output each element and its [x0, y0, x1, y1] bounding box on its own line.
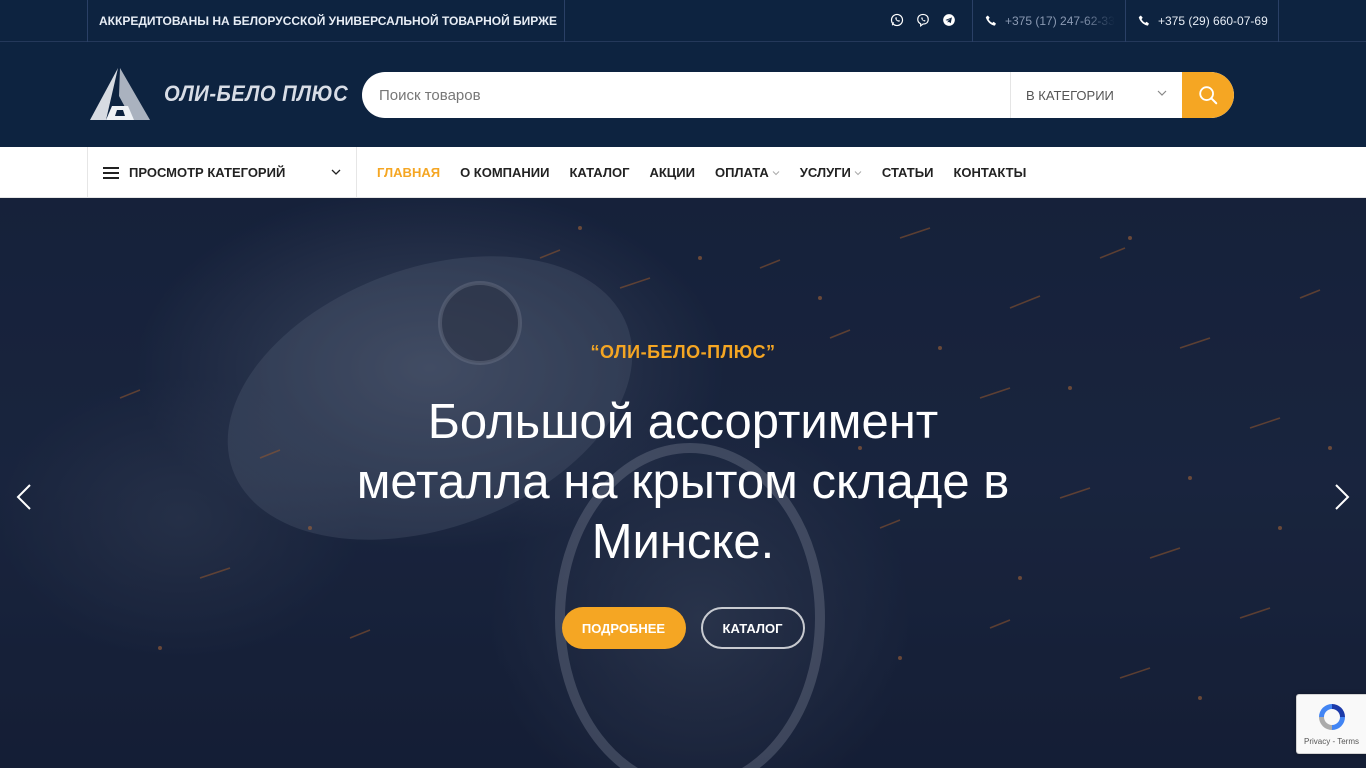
search-category-select[interactable]: В КАТЕГОРИИ [1010, 72, 1182, 118]
main-navigation: ПРОСМОТР КАТЕГОРИЙ ГЛАВНАЯ О КОМПАНИИ КА… [0, 147, 1366, 198]
phone-icon [985, 15, 996, 26]
recaptcha-links: Privacy - Terms [1304, 737, 1359, 746]
browse-categories-label: ПРОСМОТР КАТЕГОРИЙ [129, 165, 286, 180]
logo-mark-icon [90, 68, 150, 120]
whatsapp-icon[interactable] [888, 11, 906, 29]
nav-item-catalog[interactable]: КАТАЛОГ [570, 165, 630, 180]
nav-item-promotions[interactable]: АКЦИИ [649, 165, 695, 180]
top-bar: АККРЕДИТОВАНЫ НА БЕЛОРУССКОЙ УНИВЕРСАЛЬН… [0, 0, 1366, 42]
recaptcha-badge[interactable]: Privacy - Terms [1296, 694, 1366, 754]
catalog-button[interactable]: КАТАЛОГ [700, 607, 805, 649]
phone-link-1[interactable]: +375 (17) 247-62-33 [972, 0, 1126, 42]
chevron-right-icon[interactable] [1332, 482, 1352, 512]
nav-item-label: КОНТАКТЫ [953, 165, 1027, 180]
nav-item-contacts[interactable]: КОНТАКТЫ [953, 165, 1026, 180]
nav-menu: ГЛАВНАЯ О КОМПАНИИ КАТАЛОГ АКЦИИ ОПЛАТА … [377, 147, 1026, 198]
nav-item-home[interactable]: ГЛАВНАЯ [377, 165, 440, 180]
search-category-label: В КАТЕГОРИИ [1026, 87, 1114, 103]
logo-text: ОЛИ-БЕЛО ПЛЮС [164, 81, 349, 106]
nav-item-label: УСЛУГИ [799, 165, 851, 180]
hero-buttons: ПОДРОБНЕЕ КАТАЛОГ [0, 607, 1366, 649]
site-header: ОЛИ-БЕЛО ПЛЮС В КАТЕГОРИИ [0, 42, 1366, 147]
search-input[interactable] [362, 72, 1010, 118]
phone-number-2: +375 (29) 660-07-69 [1158, 14, 1268, 28]
phone-icon [1138, 15, 1149, 26]
recaptcha-icon [1318, 704, 1345, 730]
nav-item-payment[interactable]: ОПЛАТА [715, 165, 780, 180]
viber-icon[interactable] [914, 11, 932, 29]
search-button[interactable] [1182, 72, 1234, 118]
accreditation-notice: АККРЕДИТОВАНЫ НА БЕЛОРУССКОЙ УНИВЕРСАЛЬН… [87, 0, 565, 42]
menu-icon [103, 166, 119, 179]
nav-item-label: ГЛАВНАЯ [377, 165, 441, 180]
social-links [888, 11, 958, 31]
nav-item-label: КАТАЛОГ [569, 165, 630, 180]
nav-item-label: АКЦИИ [649, 165, 695, 180]
phone-number-1: +375 (17) 247-62-33 [1005, 14, 1115, 28]
nav-item-label: СТАТЬИ [881, 165, 934, 180]
hero-title: Большой ассортимент металла на крытом ск… [356, 395, 1010, 569]
hero-slider: “ОЛИ-БЕЛО-ПЛЮС” Большой ассортимент мета… [0, 198, 1366, 768]
chevron-down-icon [331, 169, 341, 175]
nav-item-label: ОПЛАТА [714, 165, 769, 180]
chevron-down-icon [1157, 90, 1167, 96]
chevron-down-icon [772, 170, 780, 175]
nav-item-services[interactable]: УСЛУГИ [800, 165, 862, 180]
hero-eyebrow: “ОЛИ-БЕЛО-ПЛЮС” [590, 342, 776, 362]
nav-item-articles[interactable]: СТАТЬИ [882, 165, 934, 180]
site-logo[interactable]: ОЛИ-БЕЛО ПЛЮС [88, 66, 348, 122]
nav-item-label: О КОМПАНИИ [460, 165, 550, 180]
chevron-left-icon[interactable] [14, 482, 34, 512]
search-form: В КАТЕГОРИИ [362, 72, 1234, 118]
more-button[interactable]: ПОДРОБНЕЕ [561, 607, 686, 649]
search-icon [1199, 86, 1218, 105]
nav-item-about[interactable]: О КОМПАНИИ [460, 165, 549, 180]
browse-categories-button[interactable]: ПРОСМОТР КАТЕГОРИЙ [87, 147, 357, 198]
chevron-down-icon [854, 170, 862, 175]
phone-link-2[interactable]: +375 (29) 660-07-69 [1125, 0, 1279, 42]
telegram-icon[interactable] [940, 11, 958, 29]
